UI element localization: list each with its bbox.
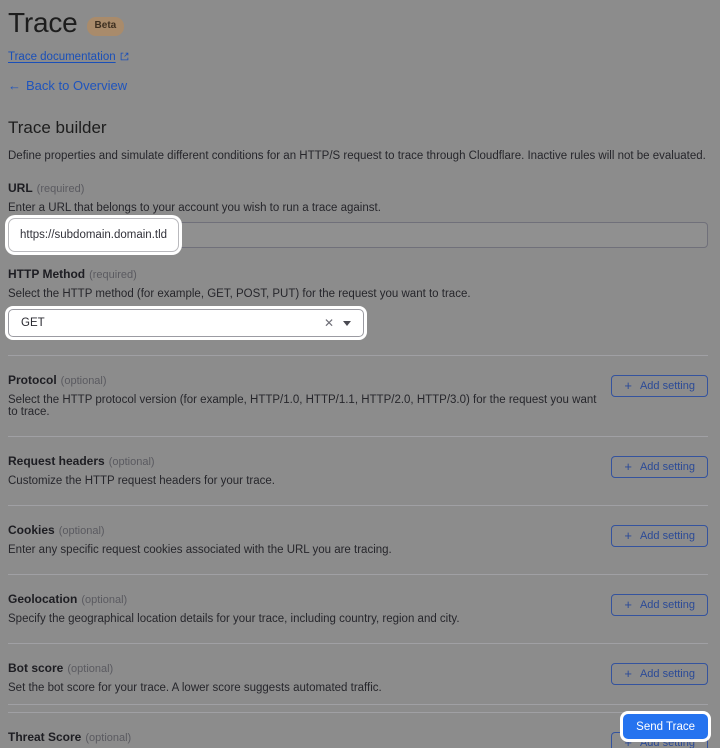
setting-description: Enter any specific request cookies assoc… (8, 544, 392, 556)
add-setting-label: Add setting (639, 599, 695, 611)
trace-builder-description: Define properties and simulate different… (8, 150, 706, 162)
setting-title-text: Cookies (8, 523, 55, 537)
setting-title-text: Protocol (8, 373, 57, 387)
plus-icon: + (624, 597, 632, 612)
setting-requirement: (optional) (67, 663, 114, 675)
back-to-overview-link[interactable]: ← Back to Overview (8, 78, 708, 93)
http-method-select[interactable]: GET ✕ (8, 309, 364, 337)
setting-requirement: (optional) (58, 525, 105, 537)
setting-title: Bot score (optional) (8, 661, 382, 675)
setting-text: Geolocation (optional) Specify the geogra… (8, 592, 460, 625)
setting-requirement: (optional) (108, 456, 155, 468)
plus-icon: + (624, 528, 632, 543)
setting-text: Request headers (optional) Customize the … (8, 454, 275, 487)
setting-requirement: (optional) (60, 375, 107, 387)
http-method-field-label: HTTP Method (required) (8, 267, 708, 281)
url-field-group: URL (required) Enter a URL that belongs t… (8, 181, 708, 252)
setting-description: Select the HTTP protocol version (for ex… (8, 394, 597, 418)
add-setting-label: Add setting (639, 380, 695, 392)
beta-badge: Beta (86, 16, 125, 36)
close-icon[interactable]: ✕ (317, 317, 341, 329)
setting-text: Protocol (optional) Select the HTTP proto… (8, 373, 608, 418)
footer: Send Trace (0, 704, 720, 748)
add-setting-label: Add setting (639, 461, 695, 473)
setting-title: Cookies (optional) (8, 523, 392, 537)
http-method-selected-value: GET (21, 317, 45, 329)
http-method-requirement: (required) (89, 269, 137, 281)
url-requirement: (required) (36, 183, 85, 195)
setting-row: Geolocation (optional) Specify the geogra… (8, 575, 708, 625)
setting-description: Specify the geographical location detail… (8, 613, 460, 625)
url-placeholder-chip[interactable]: https://subdomain.domain.tld (8, 218, 180, 252)
plus-icon: + (624, 378, 632, 393)
setting-requirement: (optional) (81, 594, 128, 606)
setting-row: Request headers (optional) Customize the … (8, 437, 708, 487)
http-method-select-wrap: GET ✕ (8, 309, 708, 337)
setting-text: Bot score (optional) Set the bot score fo… (8, 661, 382, 694)
setting-title: Geolocation (optional) (8, 592, 460, 606)
setting-title-text: Bot score (8, 661, 64, 675)
setting-title-text: Request headers (8, 454, 105, 468)
url-field-label: URL (required) (8, 181, 708, 195)
add-setting-button-bot-score[interactable]: + Add setting (611, 663, 708, 685)
http-method-field-help: Select the HTTP method (for example, GET… (8, 288, 471, 300)
url-field-help: Enter a URL that belongs to your account… (8, 202, 381, 214)
add-setting-button-geolocation[interactable]: + Add setting (611, 594, 708, 616)
setting-title: Protocol (optional) (8, 373, 608, 387)
trace-builder-heading: Trace builder (8, 118, 107, 137)
trace-page: Trace Beta Trace documentation ← Back to… (0, 0, 720, 748)
setting-row: Protocol (optional) Select the HTTP proto… (8, 356, 708, 418)
page-title: Trace (8, 7, 78, 38)
setting-title-text: Geolocation (8, 592, 78, 606)
add-setting-label: Add setting (639, 530, 695, 542)
external-link-icon (120, 48, 129, 66)
plus-icon: + (624, 666, 632, 681)
setting-title: Request headers (optional) (8, 454, 275, 468)
add-setting-button-cookies[interactable]: + Add setting (611, 525, 708, 547)
optional-settings-list: Protocol (optional) Select the HTTP proto… (8, 355, 708, 748)
add-setting-button-request-headers[interactable]: + Add setting (611, 456, 708, 478)
setting-description: Customize the HTTP request headers for y… (8, 475, 275, 487)
http-method-field-group: HTTP Method (required) Select the HTTP me… (8, 267, 708, 337)
trace-documentation-link[interactable]: Trace documentation (8, 51, 116, 63)
setting-description: Set the bot score for your trace. A lowe… (8, 682, 382, 694)
plus-icon: + (624, 459, 632, 474)
setting-text: Cookies (optional) Enter any specific req… (8, 523, 392, 556)
documentation-link-row[interactable]: Trace documentation (8, 48, 708, 66)
setting-row: Bot score (optional) Set the bot score fo… (8, 644, 708, 694)
url-label-text: URL (8, 181, 33, 195)
add-setting-label: Add setting (639, 668, 695, 680)
add-setting-button-protocol[interactable]: + Add setting (611, 375, 708, 397)
back-to-overview-label: Back to Overview (26, 78, 128, 93)
url-input-wrap: https://subdomain.domain.tld (8, 218, 708, 252)
footer-actions: Send Trace (0, 705, 720, 748)
chevron-down-icon[interactable] (343, 320, 351, 326)
http-method-label-text: HTTP Method (8, 267, 86, 281)
page-header: Trace Beta (8, 0, 708, 40)
send-trace-button[interactable]: Send Trace (623, 714, 708, 739)
setting-row: Cookies (optional) Enter any specific req… (8, 506, 708, 556)
arrow-left-icon: ← (8, 78, 21, 93)
